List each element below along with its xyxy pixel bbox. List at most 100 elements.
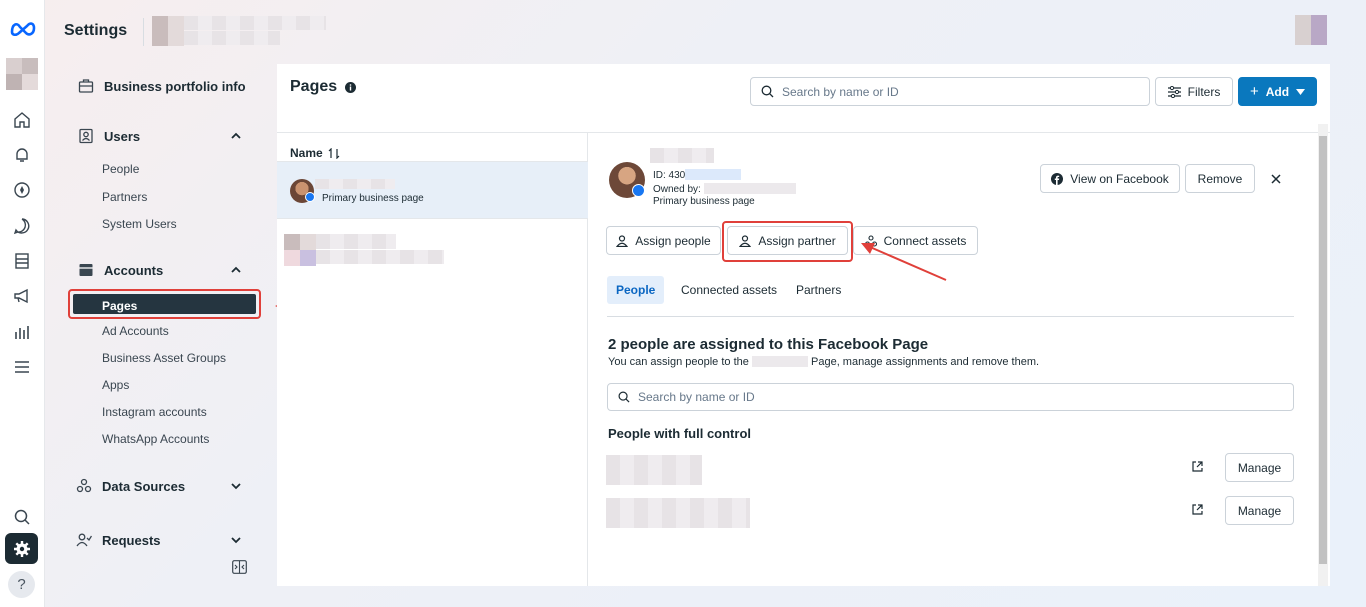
manage-button[interactable]: Manage: [1225, 453, 1294, 482]
bell-icon[interactable]: [12, 145, 32, 165]
gear-icon[interactable]: [5, 533, 38, 564]
page-name: [650, 148, 714, 163]
filters-icon: [1167, 85, 1181, 98]
sidebar-item-partners[interactable]: Partners: [102, 190, 147, 204]
table-row[interactable]: [277, 219, 588, 277]
remove-label: Remove: [1197, 171, 1243, 186]
page-subtitle: [316, 250, 444, 264]
tab-people[interactable]: People: [607, 276, 665, 304]
add-button[interactable]: + Add: [1238, 77, 1317, 106]
business-avatar[interactable]: [6, 58, 38, 90]
sidebar-section-requests[interactable]: Requests: [76, 532, 161, 548]
table-row[interactable]: Primary business page: [277, 161, 588, 219]
manage-label: Manage: [1237, 503, 1282, 518]
business-logo: [152, 16, 184, 46]
people-search-placeholder: Search by name or ID: [638, 390, 755, 404]
chat-icon[interactable]: [12, 216, 32, 236]
chevron-down-icon[interactable]: [229, 479, 243, 493]
sidebar-item-business-asset-groups[interactable]: Business Asset Groups: [102, 351, 226, 365]
page-id: ID: 430: [653, 169, 742, 181]
search-input[interactable]: Search by name or ID: [750, 77, 1150, 106]
sidebar-section-data-sources[interactable]: Data Sources: [76, 478, 185, 494]
sidebar-section-label: Users: [104, 128, 141, 144]
page-name: [316, 234, 396, 249]
view-on-facebook-button[interactable]: View on Facebook: [1040, 164, 1180, 193]
pages-icon[interactable]: [12, 251, 32, 271]
add-label: Add: [1265, 84, 1290, 99]
chevron-up-icon[interactable]: [229, 263, 243, 277]
facebook-icon: [305, 192, 315, 202]
page-avatar: [284, 234, 316, 250]
section-heading: 2 people are assigned to this Facebook P…: [608, 336, 929, 353]
facebook-icon: [1051, 172, 1064, 185]
meta-logo[interactable]: [9, 20, 37, 36]
megaphone-icon[interactable]: [12, 286, 32, 306]
column-name-label: Name: [290, 146, 323, 160]
sidebar-item-people[interactable]: People: [102, 162, 139, 176]
compass-icon[interactable]: [12, 180, 32, 200]
manage-label: Manage: [1237, 460, 1282, 475]
search-placeholder: Search by name or ID: [782, 84, 899, 99]
chevron-down-icon[interactable]: [229, 533, 243, 547]
column-header-name[interactable]: Name: [290, 146, 340, 160]
business-name: [184, 16, 326, 30]
menu-icon[interactable]: [12, 357, 32, 377]
help-icon[interactable]: ?: [8, 571, 35, 598]
assign-people-button[interactable]: Assign people: [606, 226, 721, 255]
search-icon: [618, 391, 630, 403]
sidebar-item-ad-accounts[interactable]: Ad Accounts: [102, 324, 169, 338]
subtitle-end: Page, manage assignments and remove them…: [811, 356, 1040, 368]
sidebar-item-system-users[interactable]: System Users: [102, 217, 177, 231]
close-icon[interactable]: [1271, 174, 1281, 184]
sidebar-item-instagram-accounts[interactable]: Instagram accounts: [102, 405, 207, 419]
search-icon[interactable]: [12, 507, 32, 527]
section-subtitle: You can assign people to the Page, manag…: [608, 356, 1039, 368]
assign-partner-label: Assign partner: [758, 233, 836, 248]
business-id: [184, 31, 280, 45]
page-name-redacted: [751, 356, 808, 367]
assign-partner-button[interactable]: Assign partner: [727, 226, 848, 255]
tab-partners[interactable]: Partners: [787, 276, 850, 304]
search-icon: [761, 85, 774, 98]
sidebar-item-pages-highlight[interactable]: Pages: [68, 289, 261, 319]
person-icon: [616, 234, 629, 247]
sidebar-item-whatsapp-accounts[interactable]: WhatsApp Accounts: [102, 432, 209, 446]
collapse-sidebar-icon[interactable]: [232, 560, 247, 574]
filters-button[interactable]: Filters: [1155, 77, 1233, 106]
external-link-icon[interactable]: [1192, 504, 1203, 515]
subtitle-start: You can assign people to the: [608, 356, 749, 368]
sidebar-section-label: Accounts: [104, 262, 164, 278]
assign-people-label: Assign people: [635, 233, 711, 248]
sidebar-section-users[interactable]: Users: [78, 128, 140, 144]
person-icon: [739, 234, 752, 247]
scrollbar-thumb[interactable]: [1319, 136, 1327, 564]
home-icon[interactable]: [12, 110, 32, 130]
page-title: Pages: [290, 78, 357, 96]
people-search-input[interactable]: Search by name or ID: [607, 383, 1294, 411]
person-name: [606, 455, 702, 485]
plus-icon: +: [1249, 83, 1259, 100]
page-subtitle: Primary business page: [322, 193, 424, 204]
sidebar-item-label: Business portfolio info: [104, 78, 246, 94]
briefcase-icon: [78, 79, 94, 93]
remove-button[interactable]: Remove: [1185, 164, 1255, 193]
caret-down-icon: [1296, 88, 1306, 95]
owned-by: Owned by:: [653, 183, 796, 195]
full-control-heading: People with full control: [608, 426, 751, 441]
external-link-icon[interactable]: [1192, 461, 1203, 472]
facebook-icon: [632, 184, 645, 197]
accounts-icon: [79, 264, 93, 276]
info-icon[interactable]: [345, 81, 357, 93]
scrollbar[interactable]: [1318, 124, 1328, 586]
sidebar-item-pages[interactable]: Pages: [73, 294, 256, 314]
sidebar-item-apps[interactable]: Apps: [102, 378, 129, 392]
person-name: [606, 498, 750, 528]
profile-avatar[interactable]: [1295, 15, 1327, 45]
chart-icon[interactable]: [12, 322, 32, 342]
page-type: Primary business page: [653, 196, 755, 207]
manage-button[interactable]: Manage: [1225, 496, 1294, 525]
sidebar-item-portfolio-info[interactable]: Business portfolio info: [78, 78, 246, 94]
tab-connected-assets[interactable]: Connected assets: [672, 276, 786, 304]
sidebar-section-accounts[interactable]: Accounts: [78, 262, 163, 278]
chevron-up-icon[interactable]: [229, 129, 243, 143]
